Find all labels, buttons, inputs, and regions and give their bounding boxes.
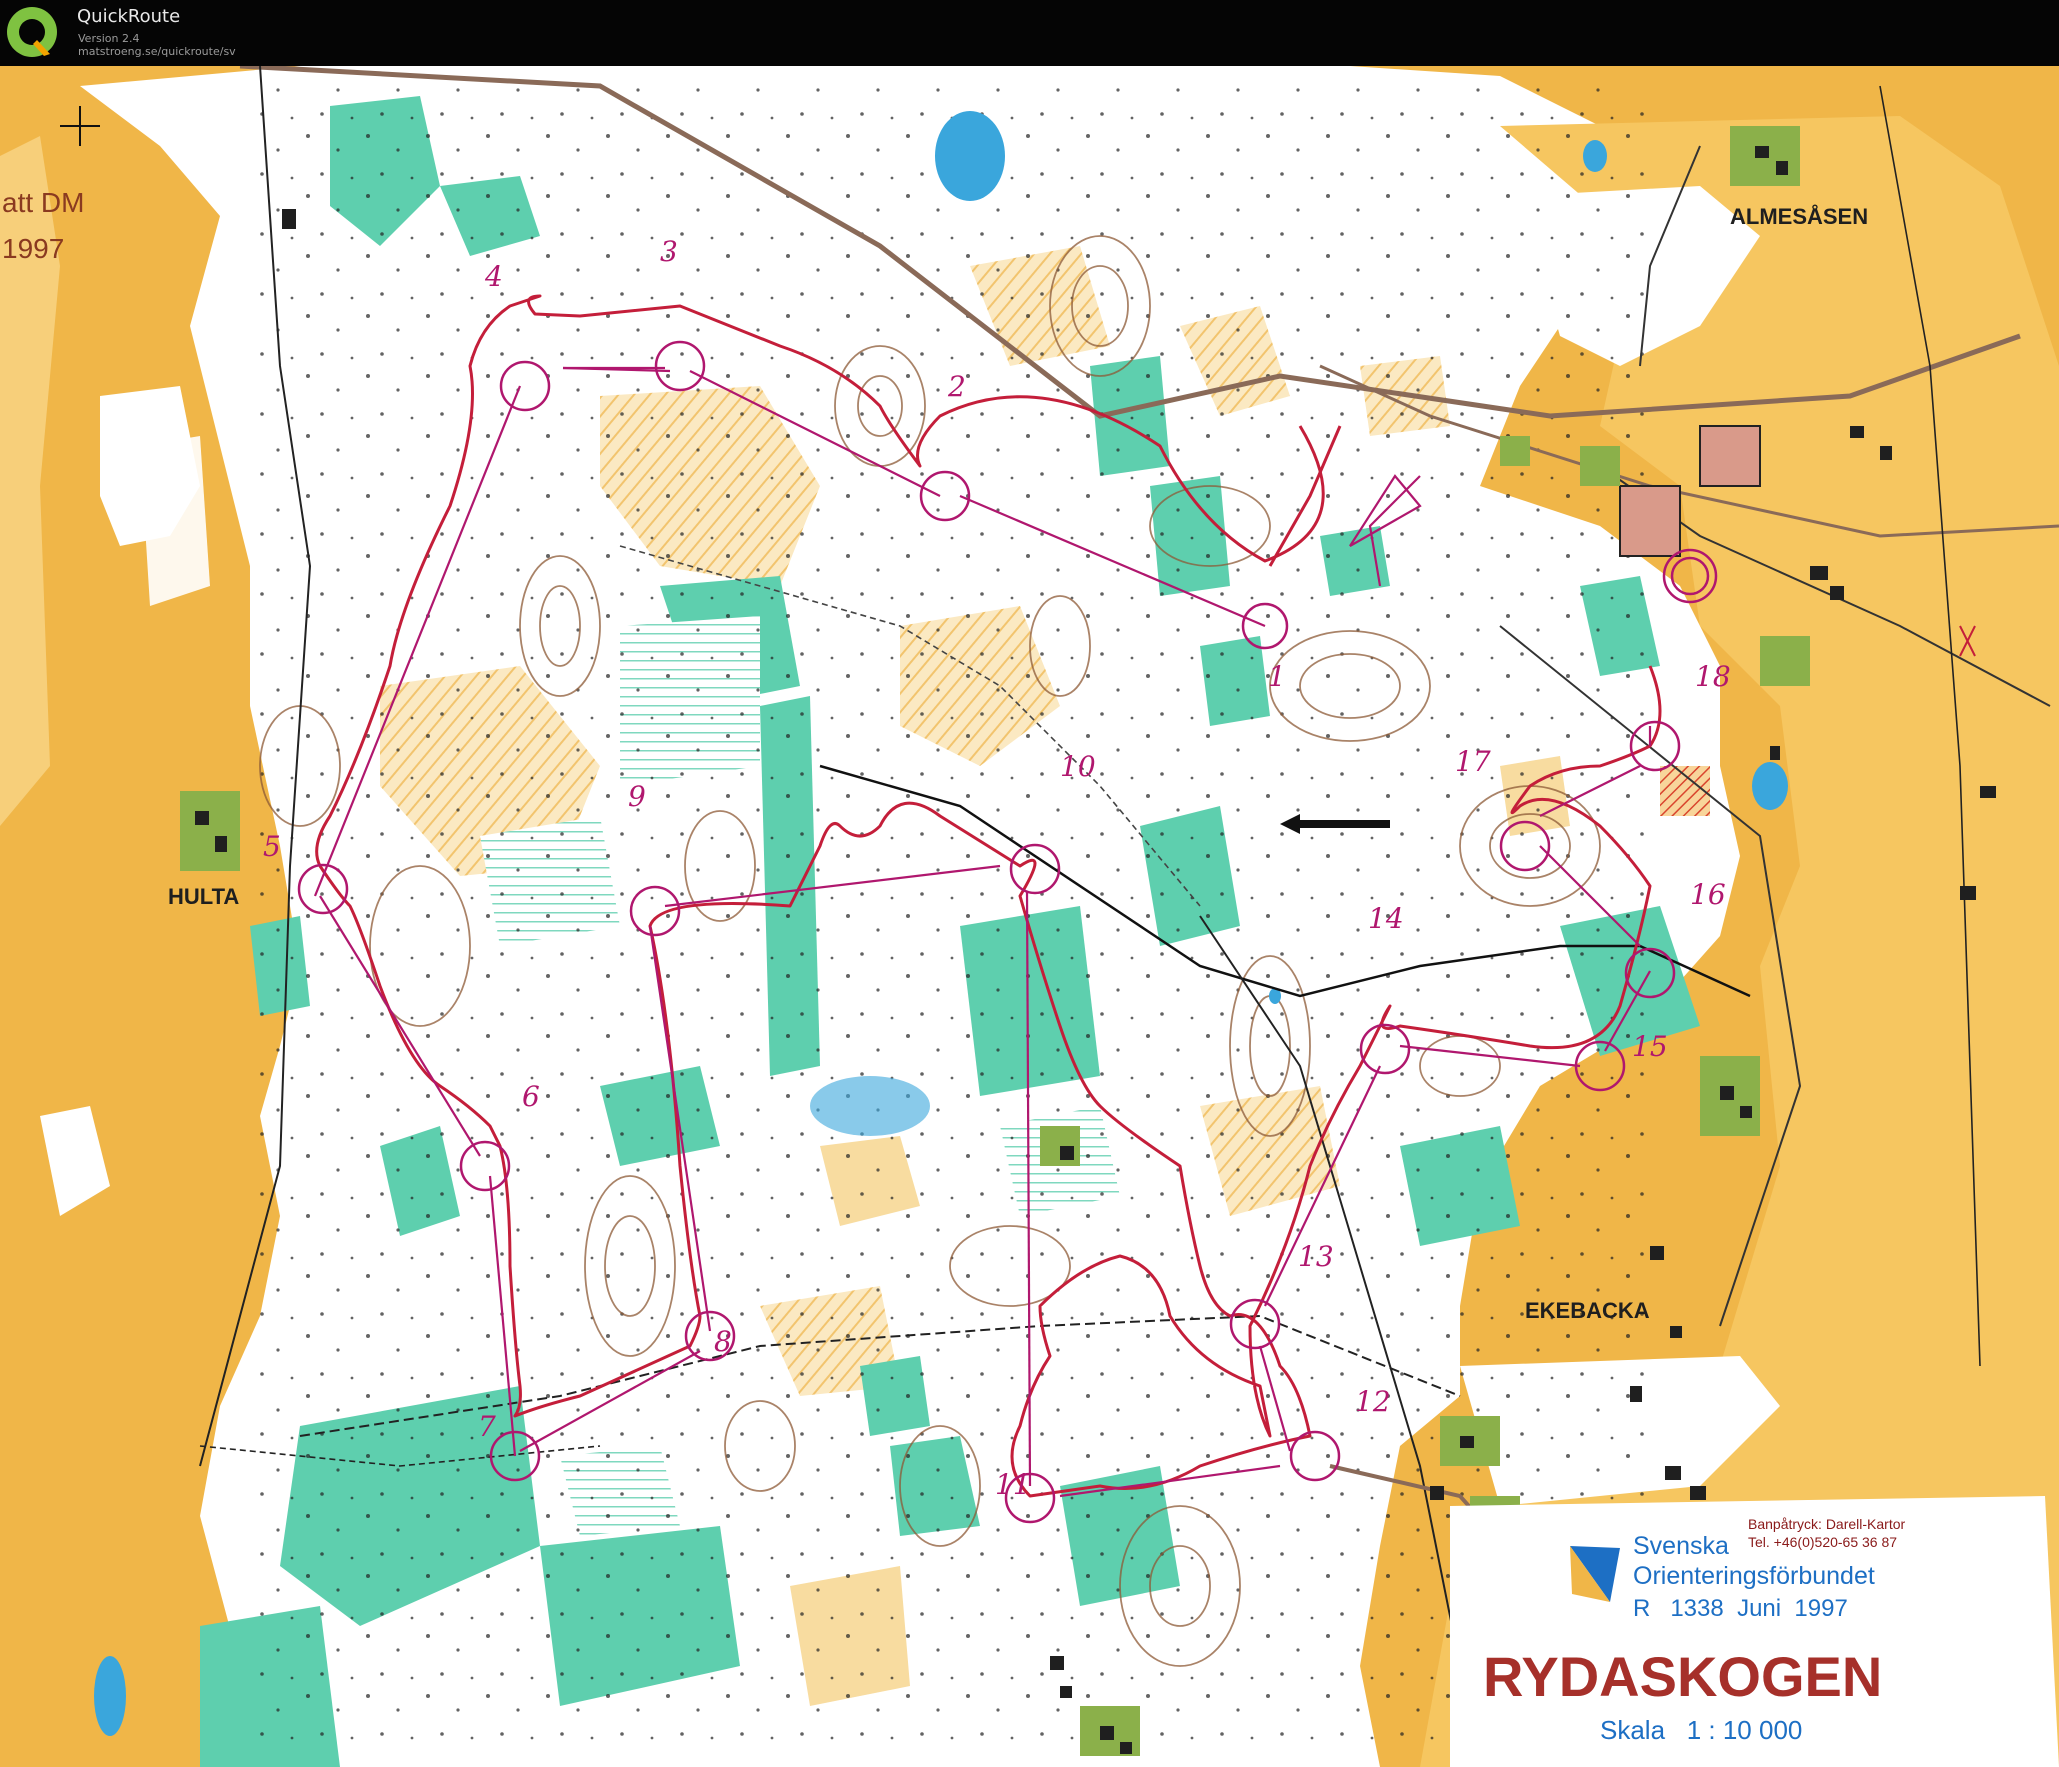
legend-org-line1: Svenska	[1633, 1532, 1729, 1560]
control-number-17: 17	[1455, 745, 1491, 778]
place-name-hulta: HULTA	[168, 884, 239, 909]
control-number-5: 5	[263, 830, 281, 863]
legend-print-line2: Tel. +46(0)520-65 36 87	[1748, 1534, 1897, 1550]
control-number-13: 13	[1298, 1240, 1334, 1273]
map-edge-text-2: 1997	[2, 233, 64, 264]
control-number-3: 3	[660, 235, 678, 268]
app-title: QuickRoute	[77, 6, 181, 27]
control-number-8: 8	[714, 1325, 732, 1358]
control-number-1: 1	[1268, 660, 1286, 693]
legend-org-line2: Orienteringsförbundet	[1633, 1562, 1875, 1590]
place-name-almesasen: ALMESÅSEN	[1730, 203, 1868, 229]
forbidden-area	[1660, 766, 1710, 816]
map-edge-text-1: att DM	[2, 187, 84, 218]
control-number-15: 15	[1632, 1030, 1668, 1063]
control-number-18: 18	[1695, 660, 1731, 693]
legend-scale: Skala 1 : 10 000	[1600, 1715, 1802, 1745]
map-legend: Svenska Orienteringsförbundet Banpåtryck…	[1450, 1496, 2059, 1767]
title-bar: QuickRoute Version 2.4 matstroeng.se/qui…	[0, 0, 2059, 66]
legend-registration: R 1338 Juni 1997	[1633, 1595, 1848, 1622]
control-number-6: 6	[522, 1080, 540, 1113]
control-number-4: 4	[484, 260, 503, 293]
control-number-12: 12	[1355, 1385, 1391, 1418]
control-number-14: 14	[1368, 902, 1404, 935]
map-canvas: 1 2 3 4 5 6 7 8 9 10 11 12 13 14 15 16 1…	[0, 66, 2059, 1767]
control-number-7: 7	[478, 1410, 496, 1443]
control-number-2: 2	[947, 370, 966, 403]
control-number-11: 11	[995, 1468, 1031, 1501]
orienteering-map[interactable]: 1 2 3 4 5 6 7 8 9 10 11 12 13 14 15 16 1…	[0, 66, 2059, 1767]
control-number-10: 10	[1060, 750, 1096, 783]
place-name-ekebacka: EKEBACKA	[1525, 1298, 1650, 1323]
control-number-16: 16	[1690, 878, 1726, 911]
control-number-9: 9	[628, 780, 646, 813]
app-url: matstroeng.se/quickroute/sv	[78, 45, 236, 58]
quickroute-logo-icon	[7, 7, 57, 57]
app-version: Version 2.4	[78, 32, 140, 45]
white-field-left-2	[140, 436, 210, 606]
legend-print-line1: Banpåtryck: Darell-Kartor	[1748, 1516, 1906, 1532]
legend-map-name: RYDASKOGEN	[1483, 1645, 1882, 1708]
